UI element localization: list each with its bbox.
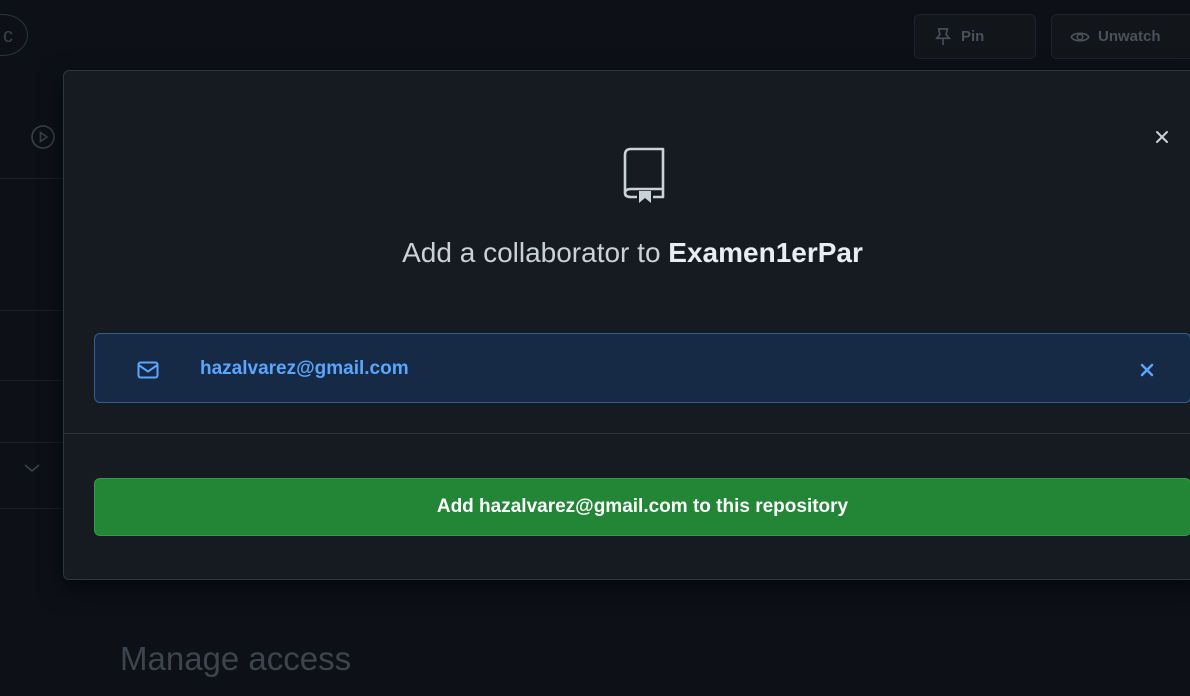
eye-icon xyxy=(1070,31,1090,42)
close-icon xyxy=(1156,131,1168,143)
dialog-title-prefix: Add a collaborator to xyxy=(402,237,669,268)
unwatch-label: Unwatch xyxy=(1098,28,1161,45)
background-divider xyxy=(0,310,64,311)
play-circle-icon xyxy=(31,125,55,149)
close-dialog-button[interactable] xyxy=(1149,124,1175,150)
selected-collaborator: hazalvarez@gmail.com xyxy=(94,333,1190,403)
dialog-divider xyxy=(64,433,1190,434)
background-avatar-fragment: c xyxy=(0,14,28,56)
mail-icon xyxy=(137,361,159,379)
unwatch-button[interactable]: Unwatch xyxy=(1051,14,1190,59)
chevron-down-icon xyxy=(24,464,40,473)
pin-button[interactable]: Pin xyxy=(914,14,1036,59)
background-divider xyxy=(0,380,64,381)
remove-selection-button[interactable] xyxy=(1135,358,1159,382)
manage-access-heading: Manage access xyxy=(120,640,352,677)
pin-label: Pin xyxy=(961,28,985,45)
background-divider xyxy=(0,508,64,509)
pin-icon xyxy=(935,27,951,45)
dialog-title: Add a collaborator to Examen1erPar xyxy=(64,237,1190,269)
selected-email: hazalvarez@gmail.com xyxy=(200,358,409,379)
background-divider xyxy=(0,178,64,179)
background-avatar-letter: c xyxy=(3,25,13,47)
add-collaborator-button[interactable]: Add hazalvarez@gmail.com to this reposit… xyxy=(94,478,1190,536)
repo-name: Examen1erPar xyxy=(668,237,863,268)
background-divider xyxy=(0,442,64,443)
page: c Pin Unwatch Manage access Add a collab… xyxy=(0,0,1190,696)
repo-icon xyxy=(623,147,665,203)
add-collaborator-dialog: Add a collaborator to Examen1erPar hazal… xyxy=(63,70,1190,580)
remove-x-icon xyxy=(1140,363,1154,377)
